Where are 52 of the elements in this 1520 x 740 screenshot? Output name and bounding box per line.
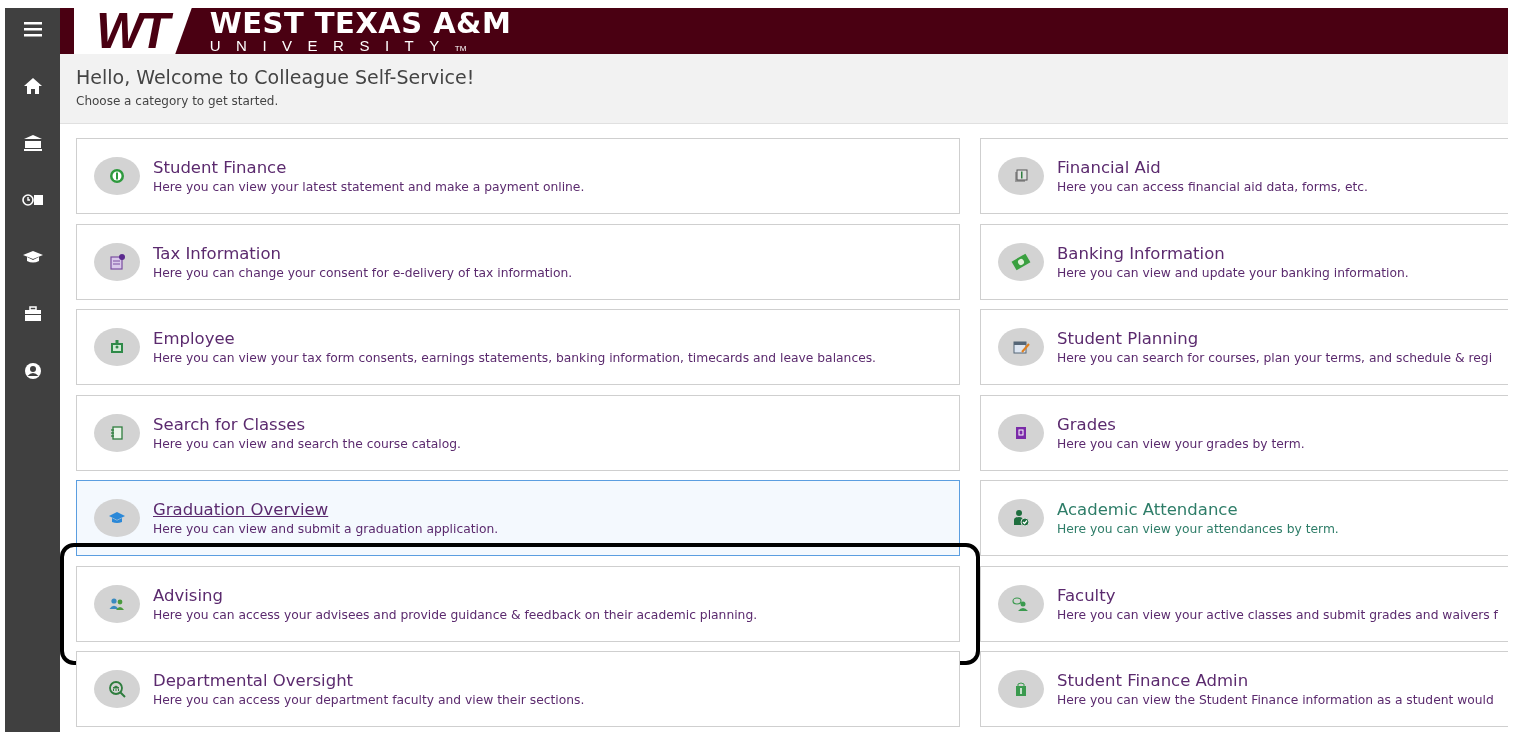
card-description: Here you can view your latest statement and make a payment online. (153, 180, 585, 194)
category-card[interactable]: Student Finance Admin Here you can view the Student Finance information as a student would (980, 651, 1508, 727)
card-title[interactable]: Banking Information (1057, 243, 1409, 263)
card-description: Here you can access your advisees and provide guidance & feedback on their academic planning. (153, 607, 758, 622)
category-card[interactable]: Student Planning Here you can search for courses, plan your terms, and schedule & regi (980, 309, 1508, 385)
page-subtitle: Choose a category to get started. (76, 94, 280, 108)
person-check-icon (1011, 508, 1031, 528)
card-description: Here you can change your consent for e-delivery of tax information. (153, 265, 573, 280)
document-icon (107, 251, 127, 272)
category-card[interactable]: Graduation Overview Here you can view and submit a graduation application. (76, 480, 960, 556)
logo-monogram: WT (74, 8, 192, 54)
card-description: Here you can view your active classes and submit grades and waivers f (1057, 607, 1498, 622)
trademark: TM (454, 44, 467, 54)
category-card[interactable]: Advising Here you can access your advisees and provide guidance & feedback on their academic planning. (76, 565, 960, 642)
card-title[interactable]: Grades (1057, 414, 1305, 434)
bank-icon[interactable] (21, 132, 44, 154)
card-description: Here you can access your department faculty and view their sections. (153, 693, 585, 707)
card-description: Here you can view your tax form consents, earnings statements, banking information, timecards and leave balances. (153, 351, 877, 365)
card-title[interactable]: Tax Information (153, 243, 573, 263)
category-card[interactable]: Grades Here you can view your grades by term. (980, 394, 1508, 471)
category-card[interactable]: Student Finance Here you can view your latest statement and make a payment online. (76, 138, 960, 214)
card-title[interactable]: Student Finance (153, 158, 585, 177)
card-description: Here you can search for courses, plan your terms, and schedule & regi (1057, 351, 1493, 365)
page-title: Hello, Welcome to Colleague Self-Service! (76, 66, 476, 88)
category-card[interactable]: Tax Information Here you can change your consent for e-delivery of tax information. (76, 223, 960, 300)
card-title[interactable]: Advising (153, 585, 758, 605)
category-card[interactable]: Academic Attendance Here you can view your attendances by term. (980, 480, 1508, 556)
card-title[interactable]: Employee (153, 329, 877, 348)
category-card[interactable]: Search for Classes Here you can view and search the course catalog. (76, 394, 960, 471)
card-description: Here you can access financial aid data, forms, etc. (1057, 180, 1368, 194)
magnifier-icon (107, 679, 127, 699)
card-description: Here you can view and search the course catalog. (153, 436, 461, 451)
category-card[interactable]: Employee Here you can view your tax form consents, earnings statements, banking information, timecards and leave balances. (76, 309, 960, 385)
card-description: Here you can view your grades by term. (1057, 436, 1305, 451)
card-description: Here you can view your attendances by term. (1057, 522, 1339, 536)
card-title[interactable]: Financial Aid (1057, 158, 1368, 177)
card-title[interactable]: Student Planning (1057, 329, 1493, 348)
category-card[interactable]: Banking Information Here you can view and update your banking information. (980, 223, 1508, 300)
card-title[interactable]: Graduation Overview (153, 500, 499, 519)
logo-subtitle: UNIVERSITY (209, 38, 455, 54)
card-title[interactable]: Search for Classes (153, 414, 461, 434)
card-description: Here you can view and submit a graduation application. (153, 522, 499, 536)
card-description: Here you can view the Student Finance information as a student would (1057, 693, 1494, 707)
category-card[interactable]: Financial Aid Here you can access financial aid data, forms, etc. (980, 138, 1508, 214)
card-title[interactable]: Student Finance Admin (1057, 671, 1494, 690)
card-title[interactable]: Academic Attendance (1057, 500, 1339, 519)
category-card[interactable]: Departmental Oversight Here you can access your department faculty and view their sections. (76, 651, 960, 727)
card-title[interactable]: Faculty (1057, 585, 1498, 605)
card-description: Here you can view and update your banking information. (1057, 265, 1409, 280)
category-card[interactable]: Faculty Here you can view your active classes and submit grades and waivers f (980, 565, 1508, 642)
card-title[interactable]: Departmental Oversight (153, 671, 585, 690)
logo-name: WEST TEXAS A&M (209, 8, 512, 38)
